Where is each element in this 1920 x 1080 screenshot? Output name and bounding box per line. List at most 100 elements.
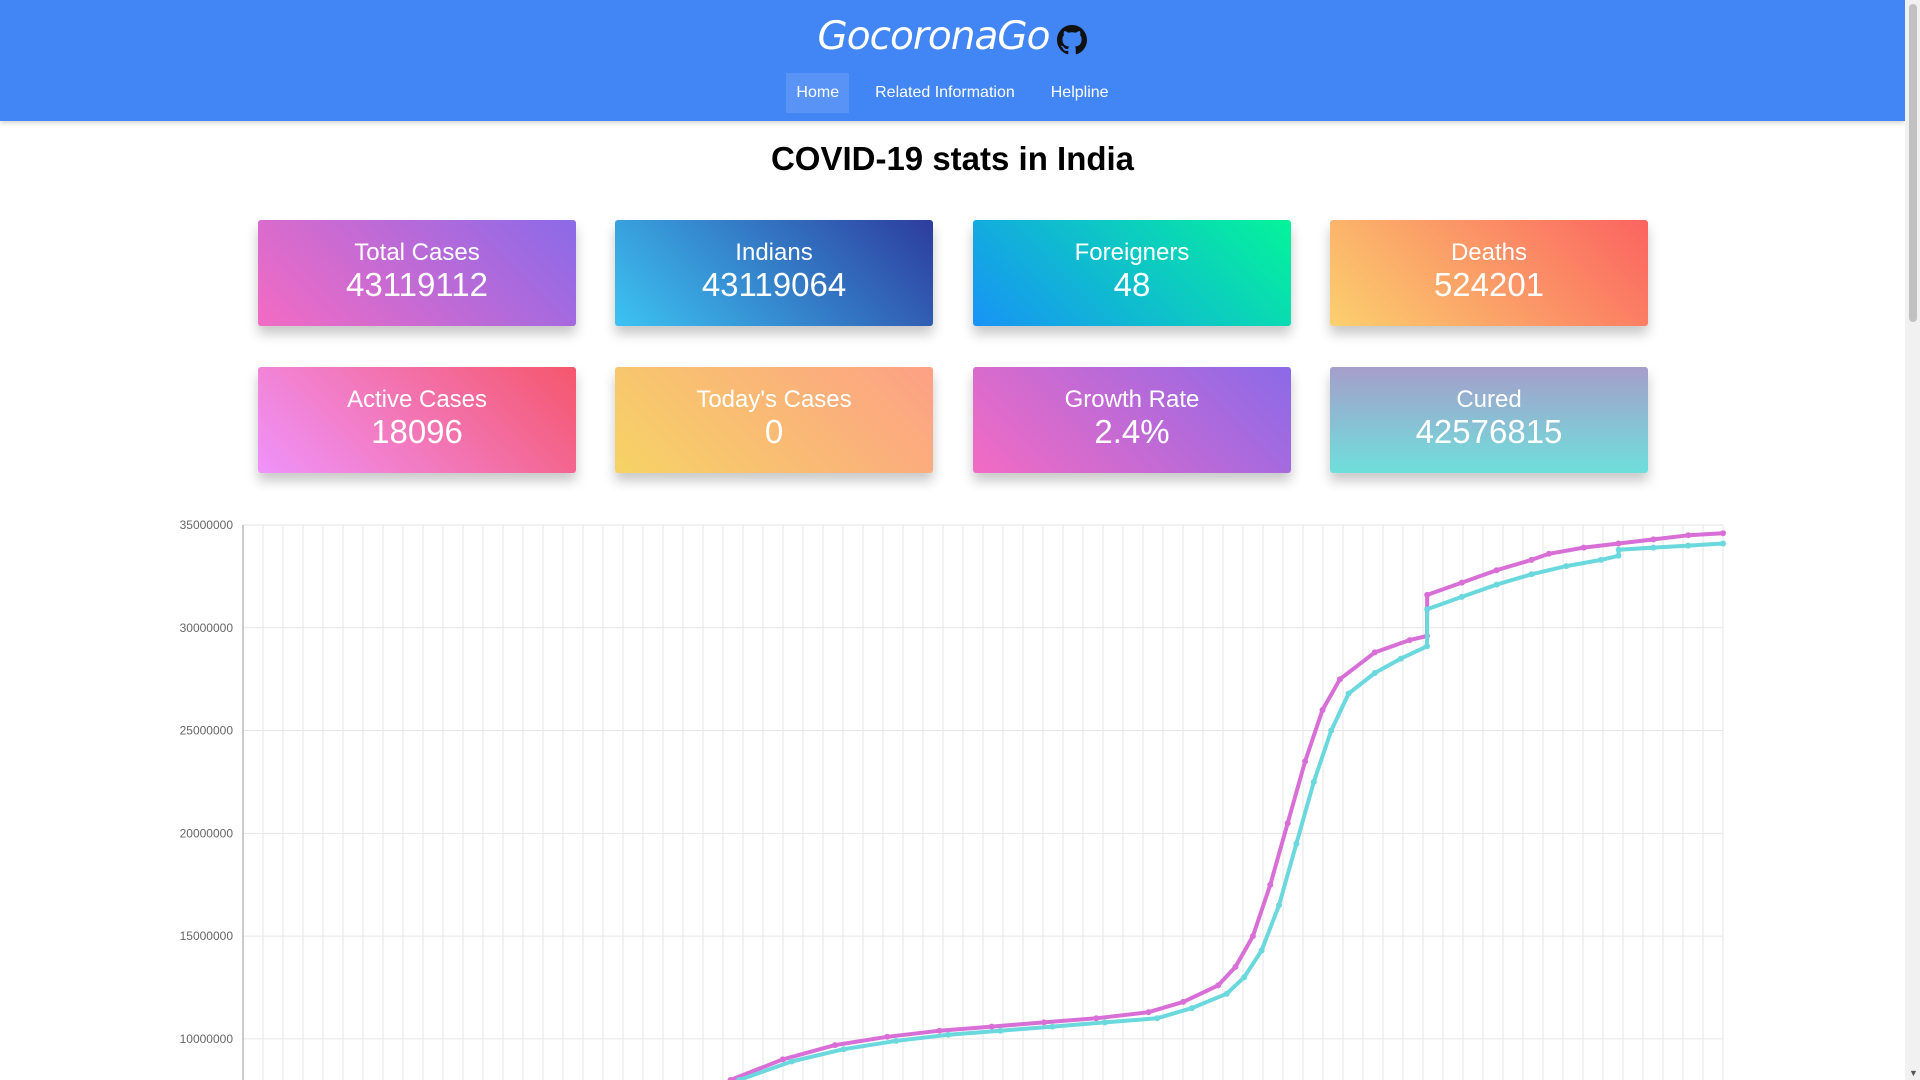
scroll-down-arrow-icon[interactable]: ▼ <box>1909 1068 1918 1078</box>
card-total-cases: Total Cases 43119112 <box>258 220 576 326</box>
card-value: 48 <box>1113 266 1151 303</box>
card-todays-cases: Today's Cases 0 <box>615 367 933 473</box>
series-point <box>1345 690 1352 697</box>
series-point <box>1293 840 1300 847</box>
series-point <box>1040 1019 1047 1026</box>
series-point <box>1232 963 1239 970</box>
series-point <box>1267 881 1274 888</box>
card-value: 0 <box>764 413 784 450</box>
series-point <box>1424 591 1431 598</box>
series-line <box>738 541 1724 1080</box>
series-point <box>1650 544 1657 551</box>
series-point <box>1528 556 1535 563</box>
card-value: 524201 <box>1433 266 1545 303</box>
scrollbar[interactable]: ▼ <box>1905 0 1920 1080</box>
brand[interactable]: GocoronaGo <box>0 14 1905 59</box>
series-point <box>988 1023 995 1030</box>
series-point <box>1458 579 1465 586</box>
series-point <box>1493 567 1500 574</box>
card-foreigners: Foreigners 48 <box>973 220 1291 326</box>
card-value: 43119112 <box>346 266 488 303</box>
card-label: Total Cases <box>354 239 480 266</box>
series-point <box>1685 542 1692 549</box>
series-point <box>1371 670 1378 676</box>
series-point <box>1397 655 1404 662</box>
series-point <box>1284 820 1291 827</box>
card-deaths: Deaths 524201 <box>1330 220 1648 326</box>
series-point <box>1188 1005 1195 1012</box>
series-point <box>1336 676 1343 683</box>
nav-helpline[interactable]: Helpline <box>1041 73 1119 113</box>
series-point <box>1545 550 1552 557</box>
series-point <box>1093 1015 1100 1022</box>
card-label: Active Cases <box>346 386 488 413</box>
series-point <box>1685 532 1692 539</box>
series-point <box>1720 540 1726 547</box>
series-point <box>884 1033 891 1040</box>
y-tick-label: 35000000 <box>180 518 234 532</box>
series-point <box>1154 1015 1161 1022</box>
series-point <box>1424 643 1430 650</box>
series-point <box>1223 990 1230 997</box>
series-point <box>1310 778 1317 785</box>
card-label: Foreigners <box>1074 239 1190 266</box>
brand-title: GocoronaGo <box>817 14 1051 59</box>
series-point <box>1424 606 1431 613</box>
cases-line-chart: 35000000 30000000 25000000 20000000 15000000… <box>180 518 1726 1080</box>
series-point <box>1241 974 1248 981</box>
series-point <box>1406 637 1413 644</box>
series-point <box>1458 593 1465 600</box>
github-icon[interactable] <box>1057 25 1088 55</box>
series-point <box>1563 563 1570 570</box>
card-growth-rate: Growth Rate 2.4% <box>973 367 1291 473</box>
series-point <box>1650 536 1657 543</box>
series-point <box>1276 902 1282 909</box>
series-point <box>1215 982 1222 989</box>
series-point <box>945 1031 952 1038</box>
card-active-cases: Active Cases 18096 <box>258 367 576 473</box>
series-point <box>1258 947 1265 954</box>
series-point <box>1580 544 1587 551</box>
series-point <box>1371 649 1378 656</box>
y-tick-label: 30000000 <box>180 621 234 635</box>
card-label: Cured <box>1456 386 1522 413</box>
card-indians: Indians 43119064 <box>615 220 933 326</box>
series-point <box>1615 546 1622 553</box>
series-point <box>779 1056 786 1063</box>
series-point <box>1493 581 1500 588</box>
card-label: Growth Rate <box>1064 386 1200 413</box>
y-tick-label: 25000000 <box>180 724 234 738</box>
series-point <box>1049 1023 1056 1030</box>
page-title: COVID-19 stats in India <box>770 140 1135 177</box>
series-point <box>1319 707 1326 713</box>
series-point <box>1528 571 1535 578</box>
nav-related-information[interactable]: Related Information <box>865 73 1025 113</box>
scrollbar-thumb[interactable] <box>1909 4 1917 322</box>
series-point <box>832 1042 838 1049</box>
card-value: 2.4% <box>1094 413 1170 450</box>
card-value: 18096 <box>371 413 463 450</box>
series-point <box>1598 556 1605 563</box>
series-point <box>1145 1009 1152 1016</box>
series-line <box>729 531 1724 1080</box>
y-tick-label: 10000000 <box>180 1032 234 1046</box>
series-point <box>936 1027 943 1034</box>
y-tick-label: 20000000 <box>180 826 234 840</box>
card-cured: Cured 42576815 <box>1330 367 1648 473</box>
nav-home[interactable]: Home <box>786 73 850 113</box>
series-point <box>1101 1019 1108 1026</box>
series-point <box>1302 758 1309 765</box>
series-point <box>840 1046 847 1053</box>
y-tick-label: 15000000 <box>180 929 234 943</box>
series-point <box>1720 530 1726 537</box>
card-label: Indians <box>735 239 813 266</box>
series-point <box>1615 552 1622 559</box>
card-value: 42576815 <box>1415 413 1563 450</box>
series-point <box>892 1037 899 1044</box>
series-point <box>997 1027 1004 1034</box>
nav-links: Home Related Information Helpline <box>0 73 1905 113</box>
card-label: Today's Cases <box>696 386 852 413</box>
series-point <box>1180 998 1187 1005</box>
series-point <box>1249 933 1256 940</box>
card-value: 43119064 <box>701 266 847 303</box>
